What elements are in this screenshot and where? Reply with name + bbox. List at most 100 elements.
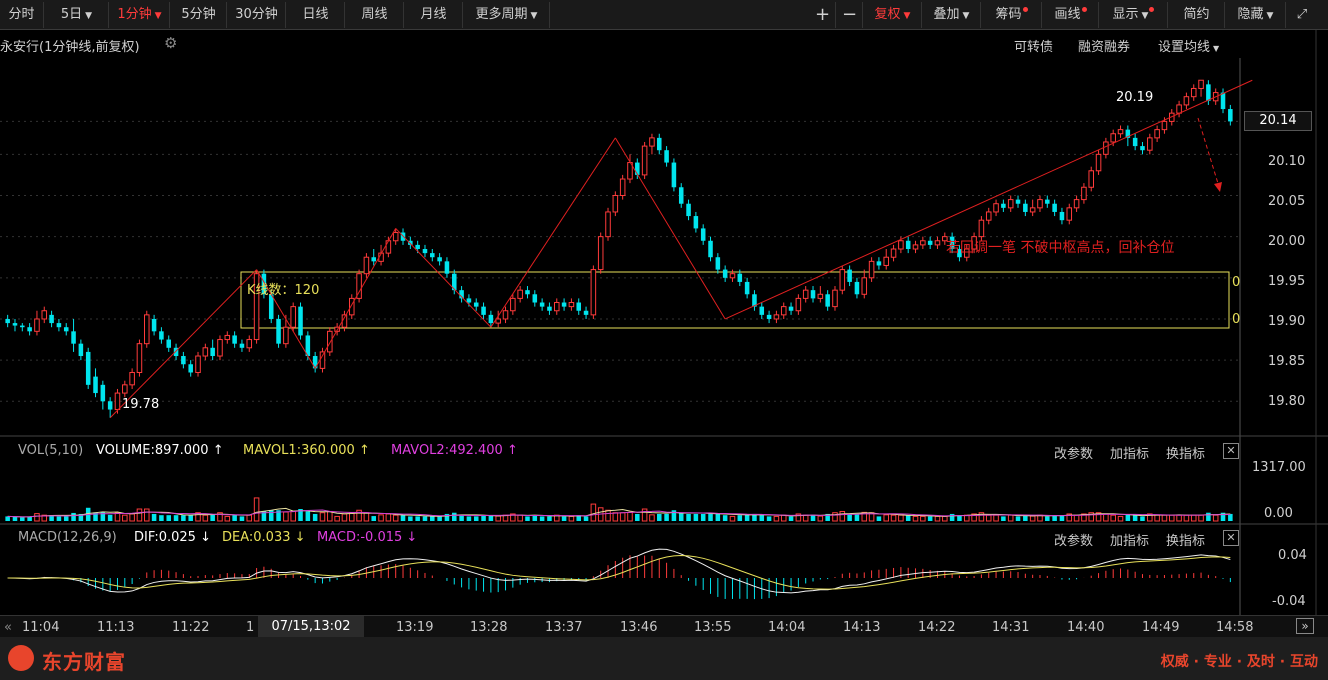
volume-bar <box>1132 515 1138 521</box>
candle-body <box>71 331 76 344</box>
close-icon[interactable]: ✕ <box>1223 530 1239 546</box>
candle-body <box>319 351 326 369</box>
candle-body <box>590 269 597 316</box>
candle-body <box>517 289 523 299</box>
candle-body <box>722 269 728 278</box>
volume-bar <box>495 515 501 522</box>
candle-body <box>576 302 582 311</box>
modify-params-button[interactable]: 改参数 <box>1054 443 1093 462</box>
candle-body <box>619 178 626 196</box>
dea-text: DEA:0.033 <box>222 530 291 545</box>
candle-body <box>34 318 40 332</box>
modify-params-button[interactable]: 改参数 <box>1054 530 1093 549</box>
volume-bar <box>385 513 392 522</box>
candle-body <box>700 228 706 241</box>
candle-body <box>993 203 999 213</box>
time-label: 14:58 <box>1216 620 1254 635</box>
y-tick: 19.85 <box>1268 354 1306 369</box>
candle-body <box>415 244 420 249</box>
candle-body <box>1228 109 1233 122</box>
candle-body <box>605 211 611 238</box>
candle-body <box>85 351 91 385</box>
candle-body <box>737 273 743 282</box>
time-label: 1 <box>246 620 255 635</box>
candle-body <box>583 310 589 315</box>
candle-body <box>1103 141 1109 155</box>
candle-body <box>868 260 875 279</box>
volume-bar <box>561 516 567 521</box>
candle-body <box>568 302 575 308</box>
mavol2-value: MAVOL2:492.400 ↑ <box>391 443 518 458</box>
current-price-tag: 20.14 <box>1244 111 1312 131</box>
scroll-right-icon[interactable]: » <box>1296 618 1314 634</box>
volume-bar <box>246 514 253 522</box>
volume-bar <box>715 513 721 521</box>
volume-bar <box>1206 512 1211 521</box>
candle-body <box>693 216 699 229</box>
macd-value: MACD:-0.015 ↓ <box>317 530 417 545</box>
candle-body <box>392 232 399 242</box>
volume-bar <box>898 514 904 522</box>
time-label: 14:04 <box>768 620 806 635</box>
volume-bar <box>422 516 428 521</box>
volume-bar <box>1161 514 1168 522</box>
candle-body <box>671 162 677 188</box>
candle-body <box>817 293 824 299</box>
volume-bar <box>854 513 860 521</box>
candle-body <box>437 257 442 262</box>
candle-body <box>1147 137 1153 151</box>
volume-text: VOLUME:897.000 <box>96 443 209 458</box>
candle-body <box>832 289 838 308</box>
mavol1-text: MAVOL1:360.000 <box>243 443 355 458</box>
candle-body <box>780 306 787 316</box>
close-icon[interactable]: ✕ <box>1223 443 1239 459</box>
volume-bar <box>363 512 370 522</box>
candle-body <box>1117 129 1124 135</box>
candle-body <box>27 327 32 332</box>
macd-panel-header: MACD(12,26,9) DIF:0.025 ↓ DEA:0.033 ↓ MA… <box>0 528 1240 549</box>
candle-body <box>854 281 860 295</box>
candle-body <box>210 347 215 357</box>
candle-body <box>1154 129 1160 139</box>
candle-body <box>759 306 765 315</box>
strategy-annotation: 若回调一笔 不破中枢高点，回补仓位 <box>946 240 1175 256</box>
candle-body <box>385 240 392 254</box>
arrow-up-icon: ↑ <box>358 443 370 458</box>
volume-bar <box>312 513 318 521</box>
switch-indicator-button[interactable]: 换指标 <box>1166 443 1205 462</box>
add-indicator-button[interactable]: 加指标 <box>1110 443 1149 462</box>
candle-body <box>1001 203 1006 208</box>
volume-bar <box>649 514 655 522</box>
volume-bar <box>34 513 40 522</box>
volume-bar <box>780 514 787 522</box>
volume-bar <box>1190 514 1197 522</box>
vol-y-tick: 0.00 <box>1264 506 1293 521</box>
candle-body <box>1198 79 1204 89</box>
zigzag-segment <box>314 228 397 369</box>
volume-bar <box>1073 514 1080 522</box>
candle-body <box>1059 211 1065 221</box>
zigzag-segment <box>614 137 726 320</box>
candle-body <box>41 310 48 320</box>
candle-body <box>708 240 713 258</box>
add-indicator-button[interactable]: 加指标 <box>1110 530 1149 549</box>
volume-bar <box>737 515 743 521</box>
candle-body <box>188 364 193 373</box>
switch-indicator-button[interactable]: 换指标 <box>1166 530 1205 549</box>
volume-bar <box>912 515 919 522</box>
volume-bar <box>1045 516 1050 521</box>
candle-body <box>1088 170 1095 188</box>
candle-body <box>1037 199 1043 209</box>
candle-body <box>912 244 919 250</box>
volume-bar <box>334 515 340 522</box>
scroll-left-icon[interactable]: « <box>4 620 12 635</box>
zigzag-segment <box>490 137 616 328</box>
arrow-up-icon: ↑ <box>506 443 518 458</box>
candle-body <box>78 343 84 357</box>
candle-body <box>363 256 370 275</box>
candle-body <box>802 289 809 299</box>
volume-bar <box>949 513 955 521</box>
candle-body <box>466 298 472 303</box>
time-axis: « 11:04 11:13 11:22 1 07/15,13:02 13:19 … <box>0 615 1328 637</box>
candle-body <box>883 256 890 266</box>
